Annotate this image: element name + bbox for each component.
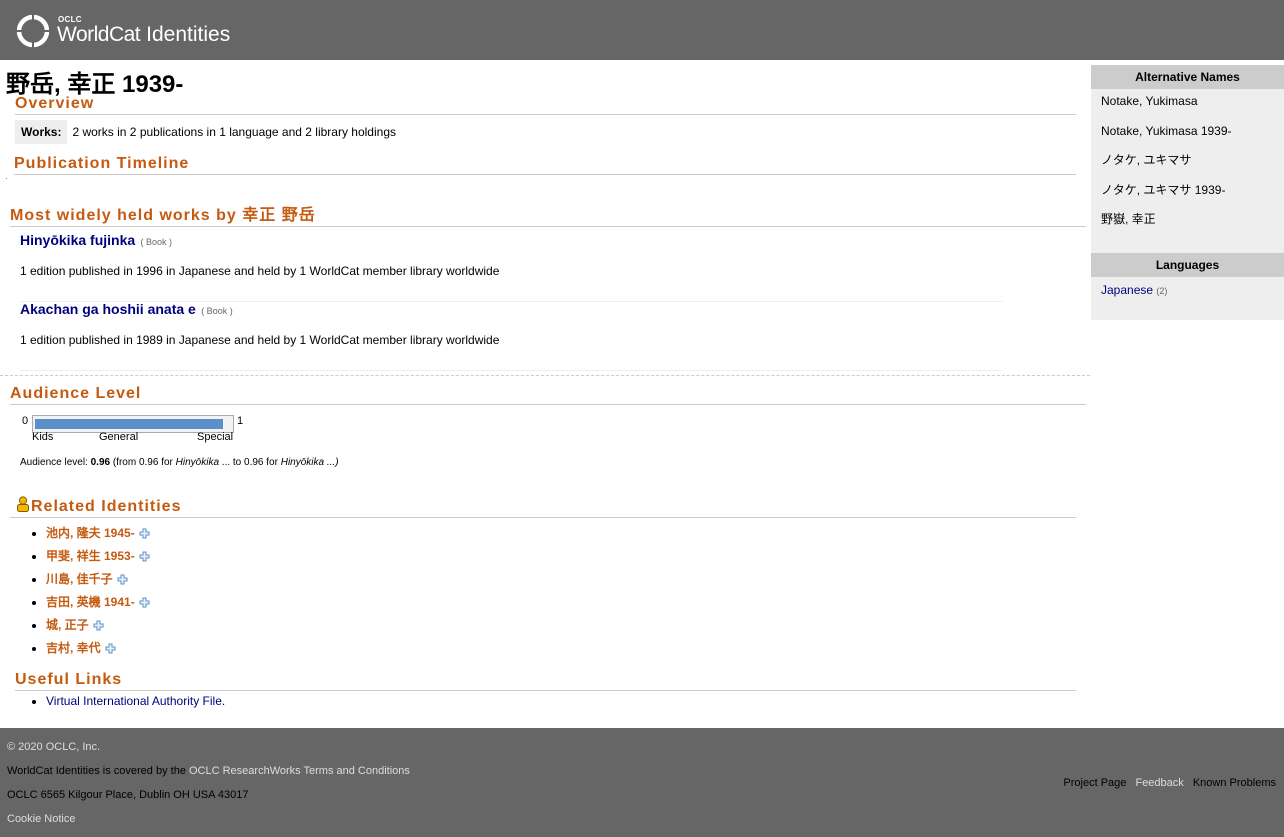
work-title-link[interactable]: Hinyōkika fujinka	[20, 232, 135, 248]
work-description: 1 edition published in 1989 in Japanese …	[20, 333, 500, 347]
expand-plus-icon[interactable]	[117, 574, 128, 585]
expand-plus-icon[interactable]	[139, 551, 150, 562]
list-item: Virtual International Authority File.	[46, 694, 225, 708]
related-identity-item: 甲斐, 祥生 1953-	[46, 545, 150, 568]
useful-links-list: Virtual International Authority File.	[28, 694, 225, 708]
related-identity-item: 吉村, 幸代	[46, 637, 150, 660]
audience-level-text: Audience level: 0.96 (from 0.96 for Hiny…	[20, 457, 339, 468]
related-identity-item: 川島, 佳千子	[46, 568, 150, 591]
page-title: 野岳, 幸正 1939-	[6, 71, 184, 98]
alternative-name: 野嶽, 幸正	[1101, 212, 1156, 226]
expand-plus-icon[interactable]	[105, 643, 116, 654]
publication-timeline-chart	[6, 178, 7, 179]
logo-worldcat-text: WorldCat	[57, 23, 141, 46]
project-page-link[interactable]: Project Page	[1063, 777, 1126, 789]
related-identity-item: 池内, 隆夫 1945-	[46, 522, 150, 545]
most-held-heading: Most widely held works by 幸正 野岳	[10, 201, 1086, 227]
terms-link[interactable]: OCLC ResearchWorks Terms and Conditions	[189, 765, 410, 777]
audience-tick-kids: Kids	[32, 431, 54, 443]
works-summary: Works: 2 works in 2 publications in 1 la…	[15, 120, 396, 144]
audience-tick-special: Special	[197, 431, 234, 443]
related-identities-heading: Related Identities	[31, 498, 182, 515]
alternative-names-list: Notake, Yukimasa Notake, Yukimasa 1939- ノタ…	[1091, 89, 1284, 274]
work-type: ( Book )	[201, 306, 233, 316]
feedback-link[interactable]: Feedback	[1135, 777, 1183, 789]
overview-heading: Overview	[15, 95, 1076, 115]
section-divider	[0, 375, 1090, 376]
language-count: (2)	[1156, 286, 1168, 296]
language-link[interactable]: Japanese	[1101, 283, 1153, 297]
copyright-text: © 2020 OCLC, Inc.	[7, 741, 101, 753]
related-identities-list: 池内, 隆夫 1945- 甲斐, 祥生 1953- 川島, 佳千子吉田, 英機 19…	[28, 522, 150, 660]
footer-links: Project Page Feedback Known Problems	[1057, 777, 1276, 789]
oclc-swirl-icon	[15, 13, 51, 49]
sidebar: Alternative Names Notake, Yukimasa Notake…	[1091, 65, 1284, 320]
expand-plus-icon[interactable]	[93, 620, 104, 631]
work-item: Hinyōkika fujinka ( Book ) 1 edition pub…	[20, 232, 1002, 302]
expand-plus-icon[interactable]	[139, 528, 150, 539]
related-identity-link[interactable]: 吉田, 英機 1941-	[46, 595, 135, 609]
languages-heading: Languages	[1091, 253, 1284, 277]
person-icon	[17, 496, 29, 512]
audience-level-heading: Audience Level	[10, 385, 1086, 405]
alternative-names-heading: Alternative Names	[1091, 65, 1284, 89]
audience-tick-general: General	[99, 431, 139, 443]
main-content: 野岳, 幸正 1939- Overview Works: 2 works in …	[0, 60, 1090, 728]
expand-plus-icon[interactable]	[139, 597, 150, 608]
alternative-name: Notake, Yukimasa 1939-	[1101, 123, 1232, 138]
related-identity-link[interactable]: 城, 正子	[46, 618, 89, 632]
alternative-names-box: Alternative Names Notake, Yukimasa Notake…	[1091, 65, 1284, 274]
work-description: 1 edition published in 1996 in Japanese …	[20, 264, 500, 278]
audience-max-label: 1	[237, 415, 244, 427]
related-identity-item: 城, 正子	[46, 614, 150, 637]
related-identity-link[interactable]: 甲斐, 祥生 1953-	[46, 549, 135, 563]
work-item: Akachan ga hoshii anata e ( Book ) 1 edi…	[20, 301, 1002, 371]
related-identity-link[interactable]: 吉村, 幸代	[46, 641, 101, 655]
audience-level-fill	[35, 419, 223, 429]
works-label: Works:	[15, 120, 68, 144]
work-type: ( Book )	[140, 237, 173, 247]
works-value: 2 works in 2 publications in 1 language …	[72, 125, 396, 139]
address-text: OCLC 6565 Kilgour Place, Dublin OH USA 4…	[7, 789, 249, 801]
logo-identities-text: Identities	[146, 23, 231, 46]
useful-links-heading: Useful Links	[15, 671, 1076, 691]
site-footer: © 2020 OCLC, Inc. WorldCat Identities is…	[0, 728, 1284, 837]
site-header: OCLC WorldCat Identities	[0, 0, 1284, 60]
alternative-name: Notake, Yukimasa	[1101, 94, 1198, 108]
audience-level-value: 0.96	[90, 457, 111, 468]
related-identity-item: 吉田, 英機 1941-	[46, 591, 150, 614]
publication-timeline-heading: Publication Timeline	[14, 155, 1076, 175]
audience-min-label: 0	[22, 415, 29, 427]
viaf-link[interactable]: Virtual International Authority File.	[46, 694, 225, 708]
known-problems-link[interactable]: Known Problems	[1193, 777, 1276, 789]
alternative-name: ノタケ, ユキマサ 1939-	[1101, 182, 1226, 197]
terms-prefix: WorldCat Identities is covered by the	[7, 765, 189, 777]
related-identity-link[interactable]: 池内, 隆夫 1945-	[46, 526, 135, 540]
related-identity-link[interactable]: 川島, 佳千子	[46, 572, 113, 586]
alternative-name: ノタケ, ユキマサ	[1101, 153, 1192, 167]
worldcat-identities-logo[interactable]: OCLC WorldCat Identities	[13, 11, 247, 51]
work-title-link[interactable]: Akachan ga hoshii anata e	[20, 301, 196, 317]
languages-box: Languages Japanese (2)	[1091, 253, 1284, 320]
related-identities-underline	[10, 517, 1076, 518]
cookie-notice-link[interactable]: Cookie Notice	[7, 813, 75, 825]
